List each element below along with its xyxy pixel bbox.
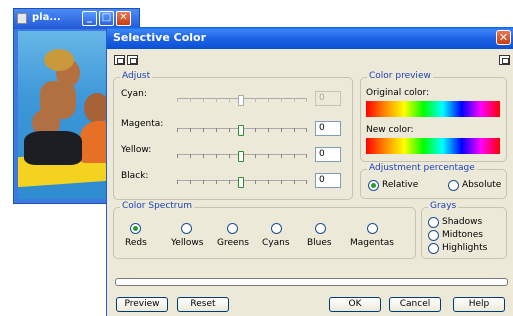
magenta-label: Magenta: [121,119,164,129]
reds-radio[interactable] [130,223,141,234]
greens-label[interactable]: Greens [217,238,249,248]
cancel-button[interactable]: Cancel [389,297,441,312]
grays-group: Grays Shadows Midtones Highlights [421,201,507,259]
dialog-title: Selective Color [113,31,207,44]
highlights-label[interactable]: Highlights [442,243,487,253]
black-label: Black: [121,171,149,181]
midtones-label[interactable]: Midtones [442,230,483,240]
new-color-label: New color: [366,125,414,135]
compare-view-icon[interactable] [114,55,125,65]
person-swimsuit [24,131,82,165]
selective-color-dialog[interactable]: Selective Color ✕ Adjust Cyan: 0 Magenta… [106,27,513,316]
adjust-group: Adjust Cyan: 0 Magenta: 0 Yellow: 0 Blac… [113,71,353,200]
document-icon [17,13,27,24]
color-preview-legend: Color preview [367,71,433,81]
shadows-radio[interactable] [428,217,439,228]
magentas-radio[interactable] [367,223,378,234]
magentas-label[interactable]: Magentas [350,238,394,248]
cyan-label: Cyan: [121,89,147,99]
greens-radio[interactable] [227,223,238,234]
help-button[interactable]: Help [453,297,505,312]
blues-label[interactable]: Blues [307,238,332,248]
adjustment-percentage-group: Adjustment percentage Relative Absolute [360,163,507,199]
magenta-slider[interactable] [177,125,307,141]
relative-radio[interactable] [368,180,379,191]
yellow-slider[interactable] [177,151,307,167]
magenta-value-field[interactable]: 0 [315,121,341,136]
black-slider[interactable] [177,177,307,193]
absolute-radio[interactable] [448,180,459,191]
cyan-slider[interactable] [177,95,307,111]
person-body [40,81,76,119]
color-preview-group: Color preview Original color: New color: [360,71,507,162]
original-color-swatch [366,101,500,117]
relative-label[interactable]: Relative [382,180,418,190]
yellows-label[interactable]: Yellows [171,238,203,248]
color-spectrum-legend: Color Spectrum [120,201,194,211]
compare-view-icon[interactable] [127,55,138,65]
yellows-radio[interactable] [181,223,192,234]
midtones-radio[interactable] [428,230,439,241]
highlights-radio[interactable] [428,243,439,254]
maximize-button[interactable]: □ [99,11,114,26]
yellow-label: Yellow: [121,145,152,155]
black-value-field[interactable]: 0 [315,173,341,188]
image-window-title: pla... [32,12,61,23]
reds-label[interactable]: Reds [125,238,147,248]
color-spectrum-group: Color Spectrum Reds Yellows Greens Cyans… [113,201,416,259]
adjustment-percentage-legend: Adjustment percentage [367,163,477,173]
shadows-label[interactable]: Shadows [442,217,482,227]
black-slider-thumb[interactable] [238,177,244,188]
cyans-label[interactable]: Cyans [262,238,290,248]
dialog-close-button[interactable]: ✕ [496,30,511,45]
adjust-legend: Adjust [120,71,153,81]
yellow-value-field[interactable]: 0 [315,147,341,162]
reset-button[interactable]: Reset [177,297,229,312]
cyans-radio[interactable] [271,223,282,234]
original-color-label: Original color: [366,88,430,98]
minimize-button[interactable]: _ [82,11,97,26]
dialog-titlebar[interactable]: Selective Color ✕ [107,27,513,49]
magenta-slider-thumb[interactable] [238,125,244,136]
ok-button[interactable]: OK [329,297,381,312]
new-color-swatch [366,138,500,154]
preview-button[interactable]: Preview [116,297,168,312]
blues-radio[interactable] [315,223,326,234]
progress-bar [115,278,508,286]
yellow-slider-thumb[interactable] [238,151,244,162]
flyout-menu-icon[interactable] [499,55,510,65]
close-button[interactable]: ✕ [116,11,131,26]
absolute-label[interactable]: Absolute [462,180,501,190]
cyan-slider-thumb[interactable] [238,95,244,106]
cyan-value-field[interactable]: 0 [315,91,341,106]
person-hair [44,49,74,71]
image-window-titlebar[interactable]: pla... _ □ ✕ [14,9,139,29]
grays-legend: Grays [428,201,459,211]
